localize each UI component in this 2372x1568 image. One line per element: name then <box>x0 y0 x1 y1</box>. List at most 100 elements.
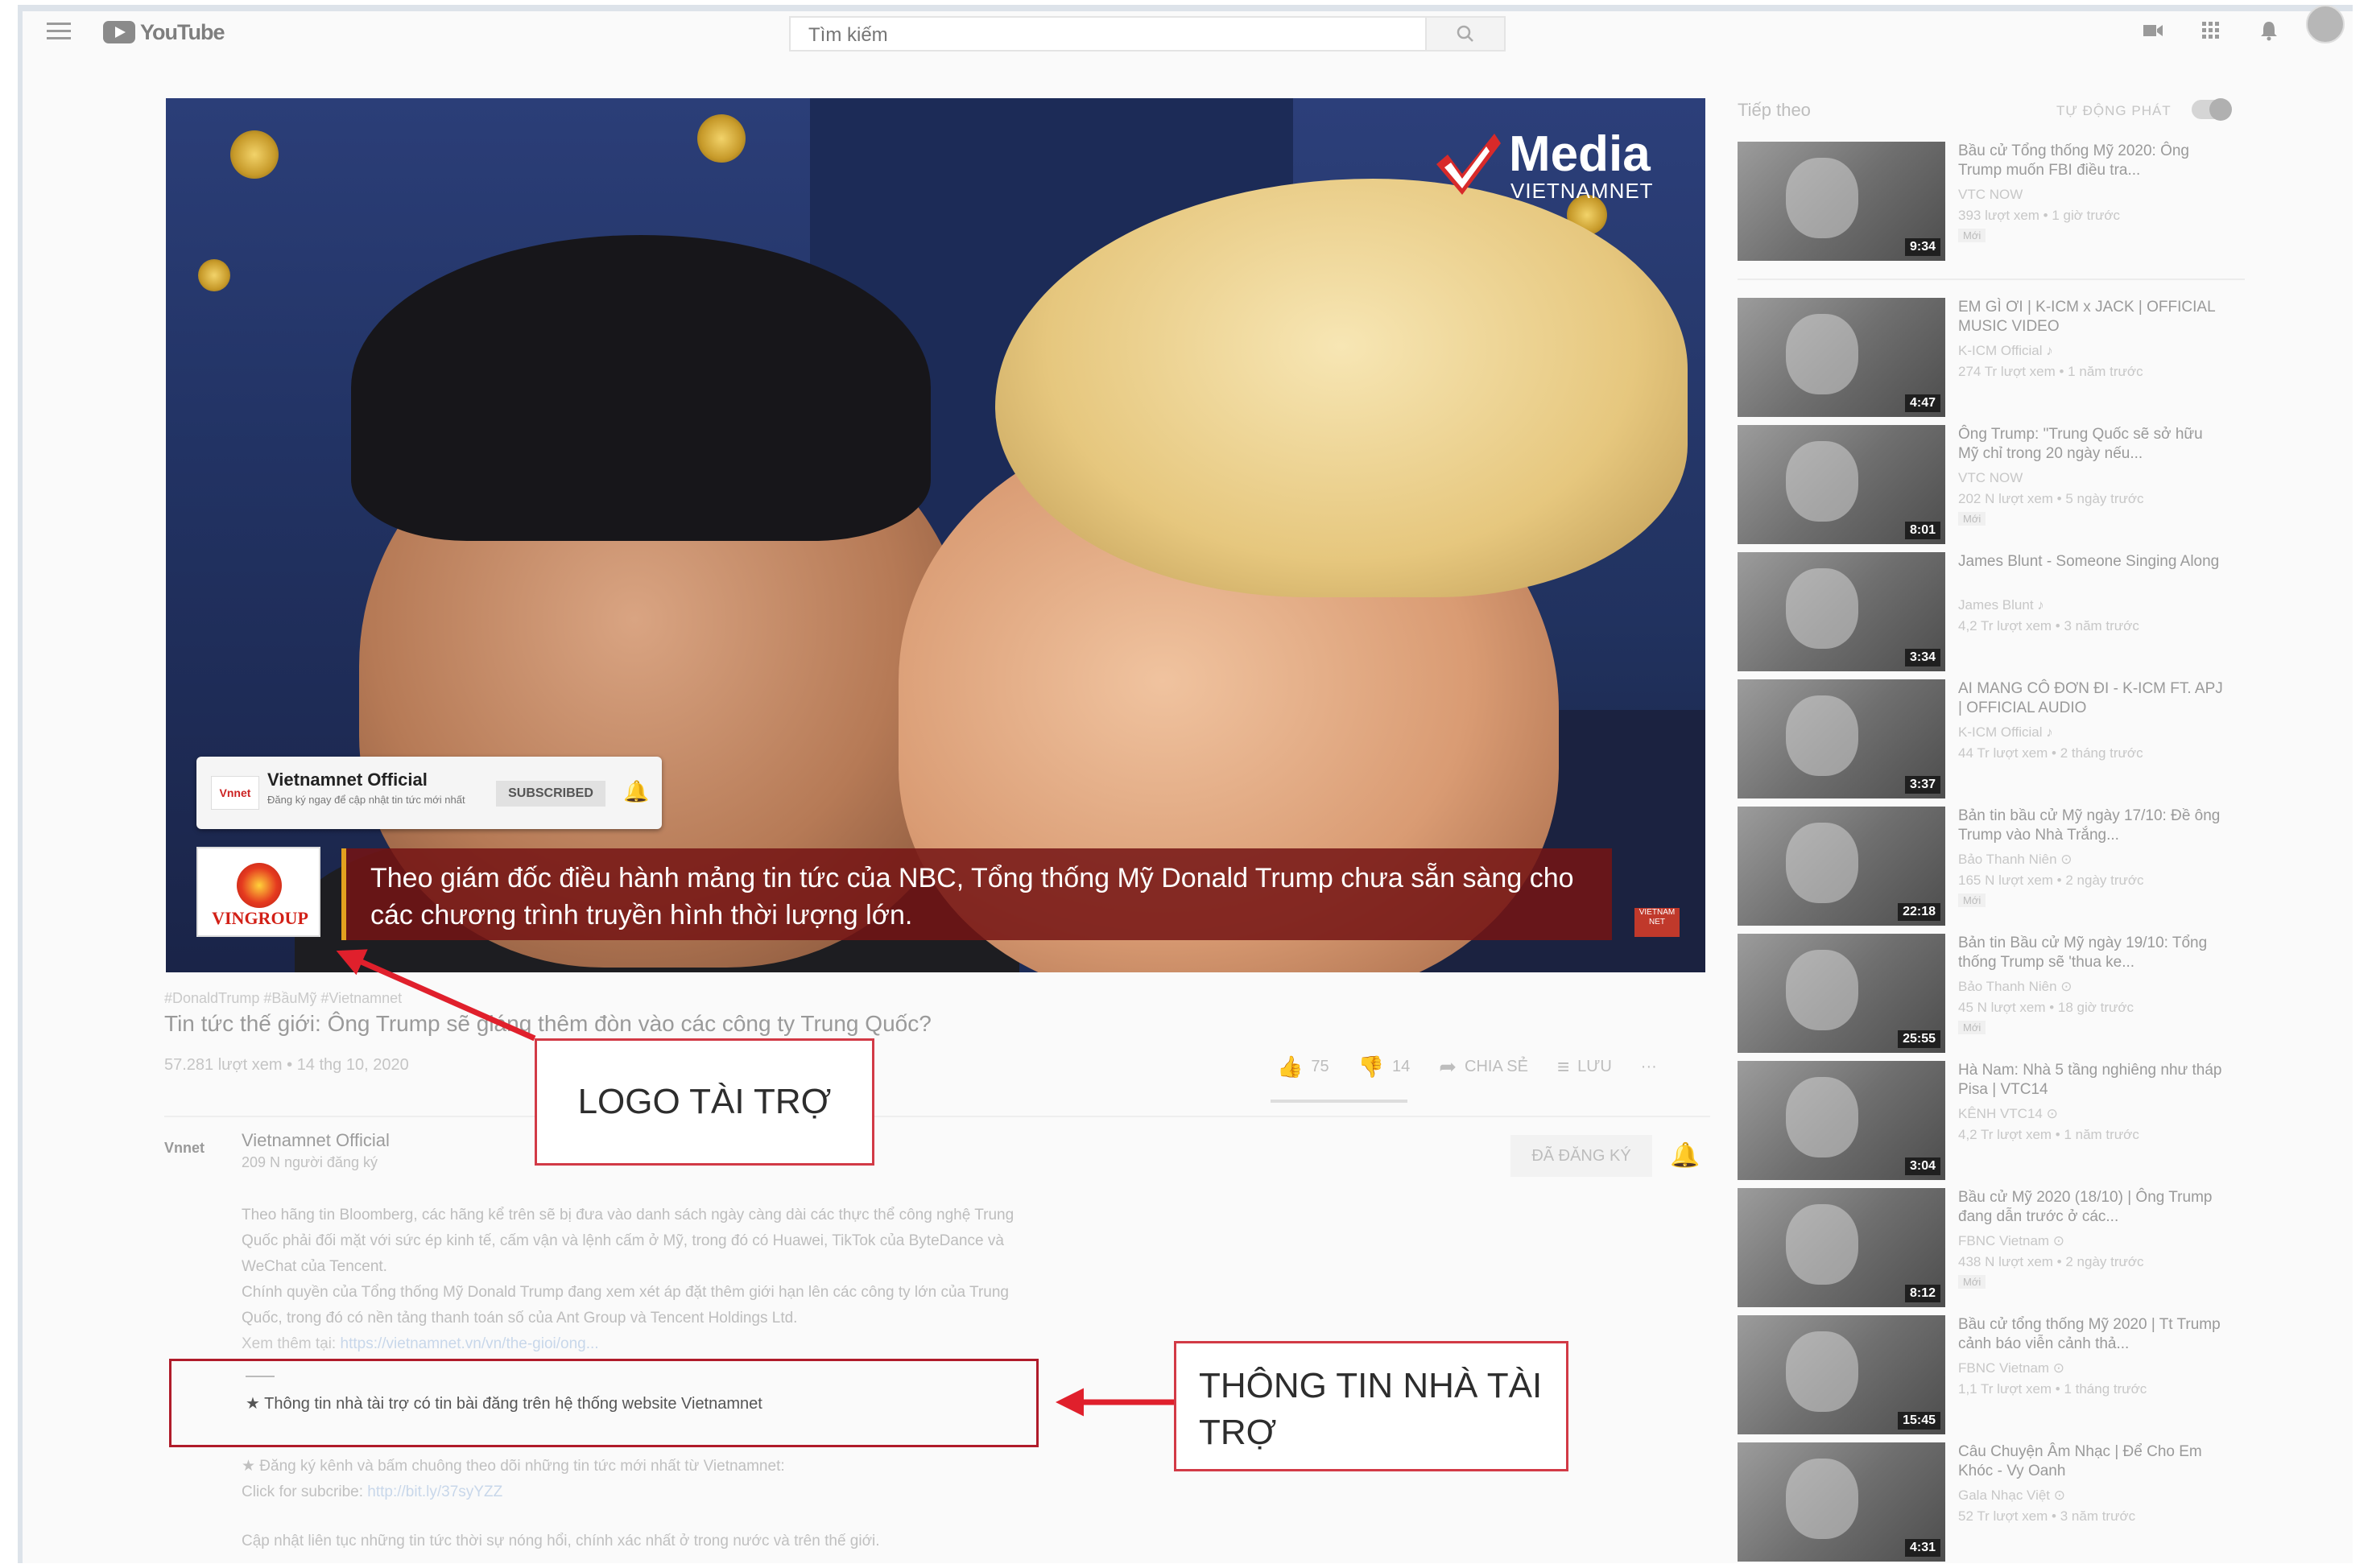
recommended-title[interactable]: Bầu cử Mỹ 2020 (18/10) | Ông Trump đang … <box>1958 1188 2224 1227</box>
video-hashtags[interactable]: #DonaldTrump #BầuMỹ #Vietnamnet <box>164 990 402 1007</box>
sponsor-info-callout: THÔNG TIN NHÀ TÀI TRỢ <box>1174 1341 1568 1471</box>
new-badge: Mới <box>1958 1275 1986 1289</box>
autoplay-toggle[interactable] <box>2192 98 2232 121</box>
recommended-title[interactable]: Bản tin bầu cử Mỹ ngày 17/10: Đề ông Tru… <box>1958 807 2224 845</box>
recommended-title[interactable]: Câu Chuyện Âm Nhạc | Để Cho Em Khóc - Vy… <box>1958 1442 2224 1481</box>
search-icon <box>1457 25 1473 42</box>
channel-subscribe-card[interactable]: Vnnet Vietnamnet Official Đăng ký ngay đ… <box>196 757 662 829</box>
recommended-meta: 1,1 Tr lượt xem • 1 tháng trước <box>1958 1381 2147 1397</box>
recommended-title[interactable]: Bầu cử Tổng thống Mỹ 2020: Ông Trump muố… <box>1958 142 2224 180</box>
video-thumbnail[interactable]: 3:34 <box>1738 552 1945 671</box>
youtube-logo[interactable]: YouTube <box>103 19 225 45</box>
divider <box>164 1116 1710 1117</box>
dislike-count: 14 <box>1392 1058 1411 1075</box>
recommended-channel: VTC NOW <box>1958 187 2023 202</box>
video-duration: 4:47 <box>1904 394 1940 412</box>
video-thumbnail[interactable]: 25:55 <box>1738 934 1945 1053</box>
recommended-meta: 4,2 Tr lượt xem • 3 năm trước <box>1958 618 2139 633</box>
bell-icon[interactable]: 🔔 <box>623 779 649 804</box>
video-thumbnail[interactable]: 9:34 <box>1738 142 1945 261</box>
video-duration: 3:37 <box>1904 776 1940 794</box>
share-arrow-icon: ➦ <box>1439 1054 1457 1079</box>
video-thumbnail[interactable]: 4:47 <box>1738 298 1945 417</box>
more-actions-button[interactable]: ··· <box>1641 1058 1657 1076</box>
recommended-channel: James Blunt ♪ <box>1958 597 2044 613</box>
recommended-video[interactable]: 8:01 Ông Trump: "Trung Quốc sẽ sở hữu Mỹ… <box>1738 425 2253 546</box>
recommended-title[interactable]: Bầu cử tổng thống Mỹ 2020 | Tt Trump cản… <box>1958 1315 2224 1354</box>
recommended-meta: 44 Tr lượt xem • 2 tháng trước <box>1958 745 2143 761</box>
search-input[interactable] <box>807 23 1374 47</box>
like-button[interactable]: 👍 75 <box>1277 1054 1329 1079</box>
recommended-meta: 393 lượt xem • 1 giờ trước <box>1958 208 2121 223</box>
logo-text: YouTube <box>140 19 225 44</box>
channel-name[interactable]: Vietnamnet Official <box>242 1130 390 1151</box>
new-badge: Mới <box>1958 512 1986 526</box>
save-button[interactable]: ≡ LƯU <box>1557 1054 1612 1079</box>
video-description: Theo hãng tin Bloomberg, các hãng kể trê… <box>242 1203 1047 1357</box>
sponsor-info-highlight: ★ Thông tin nhà tài trợ có tin bài đăng … <box>169 1359 1039 1447</box>
recommended-title[interactable]: EM GÌ ƠI | K-ICM x JACK | OFFICIAL MUSIC… <box>1958 298 2224 336</box>
bell-icon[interactable] <box>2258 19 2280 42</box>
recommended-video[interactable]: 3:04 Hà Nam: Nhà 5 tầng nghiêng như tháp… <box>1738 1061 2253 1182</box>
subscribe-link[interactable]: http://bit.ly/37syYZZ <box>367 1483 502 1500</box>
recommended-video[interactable]: 4:47 EM GÌ ƠI | K-ICM x JACK | OFFICIAL … <box>1738 298 2253 419</box>
recommended-video[interactable]: 3:37 AI MANG CÔ ĐƠN ĐI - K-ICM FT. APJ |… <box>1738 679 2253 800</box>
more-icon: ··· <box>1640 1058 1657 1075</box>
sponsor-info-text: ★ Thông tin nhà tài trợ có tin bài đăng … <box>246 1395 762 1413</box>
video-thumbnail[interactable]: 22:18 <box>1738 807 1945 926</box>
recommended-video[interactable]: 3:34 James Blunt - Someone Singing Along… <box>1738 552 2253 673</box>
dislike-button[interactable]: 👎 14 <box>1358 1054 1411 1079</box>
subscribed-button[interactable]: ĐÃ ĐĂNG KÝ <box>1510 1135 1652 1177</box>
playlist-add-icon: ≡ <box>1556 1054 1570 1079</box>
news-caption-bar: Theo giám đốc điều hành mảng tin tức của… <box>341 848 1612 940</box>
video-thumbnail[interactable]: 8:01 <box>1738 425 1945 544</box>
video-thumbnail[interactable]: 4:31 <box>1738 1442 1945 1562</box>
medal-decoration <box>697 114 746 163</box>
video-camera-icon[interactable] <box>2142 19 2164 42</box>
up-next-heading: Tiếp theo <box>1738 100 1811 120</box>
channel-card-desc: Đăng ký ngay để cập nhật tin tức mới nhấ… <box>267 794 465 806</box>
new-badge: Mới <box>1958 229 1986 242</box>
recommended-title[interactable]: Bản tin Bầu cử Mỹ ngày 19/10: Tổng thống… <box>1958 934 2224 972</box>
notification-bell-icon[interactable]: 🔔 <box>1670 1141 1700 1170</box>
channel-avatar[interactable]: Vnnet <box>164 1140 221 1170</box>
read-more-link[interactable]: https://vietnamnet.vn/vn/the-gioi/ong... <box>341 1335 599 1352</box>
recommended-video[interactable]: 9:34 Bầu cử Tổng thống Mỹ 2020: Ông Trum… <box>1738 142 2253 262</box>
recommended-video[interactable]: 15:45 Bầu cử tổng thống Mỹ 2020 | Tt Tru… <box>1738 1315 2253 1436</box>
video-thumbnail[interactable]: 8:12 <box>1738 1188 1945 1307</box>
video-player[interactable]: Media VIETNAMNET Vnnet Vietnamnet Offici… <box>166 98 1705 972</box>
user-avatar[interactable] <box>2306 5 2345 43</box>
subscribed-button[interactable]: SUBSCRIBED <box>496 781 605 807</box>
recommended-title[interactable]: James Blunt - Someone Singing Along <box>1958 552 2224 571</box>
recommended-meta: 165 N lượt xem • 2 ngày trước <box>1958 873 2144 888</box>
share-button[interactable]: ➦ CHIA SẺ <box>1439 1054 1528 1079</box>
recommended-meta: 52 Tr lượt xem • 3 năm trước <box>1958 1508 2136 1524</box>
video-meta: 57.281 lượt xem • 14 thg 10, 2020 <box>164 1056 409 1074</box>
recommended-title[interactable]: AI MANG CÔ ĐƠN ĐI - K-ICM FT. APJ | OFFI… <box>1958 679 2224 718</box>
video-thumbnail[interactable]: 3:37 <box>1738 679 1945 798</box>
sponsor-logo-text: VINGROUP <box>212 908 308 928</box>
menu-icon[interactable] <box>47 23 71 40</box>
top-bar: YouTube <box>32 11 2351 61</box>
search-button[interactable] <box>1425 18 1504 50</box>
video-actions: 👍 75 👎 14 ➦ CHIA SẺ ≡ LƯU ··· <box>1277 1054 1657 1079</box>
recommended-video[interactable]: 4:31 Câu Chuyện Âm Nhạc | Để Cho Em Khóc… <box>1738 1442 2253 1563</box>
update-note: Cập nhật liên tục những tin tức thời sự … <box>242 1533 880 1549</box>
recommended-video[interactable]: 25:55 Bản tin Bầu cử Mỹ ngày 19/10: Tổng… <box>1738 934 2253 1054</box>
recommended-channel: Bảo Thanh Niên ⊙ <box>1958 852 2072 867</box>
video-thumbnail[interactable]: 15:45 <box>1738 1315 1945 1434</box>
apps-grid-icon[interactable] <box>2200 19 2222 42</box>
channel-card-name: Vietnamnet Official <box>267 770 428 790</box>
share-label: CHIA SẺ <box>1465 1058 1528 1075</box>
recommended-channel: FBNC Vietnam ⊙ <box>1958 1233 2065 1248</box>
recommended-title[interactable]: Ông Trump: "Trung Quốc sẽ sở hữu Mỹ chỉ … <box>1958 425 2224 464</box>
video-duration: 3:04 <box>1904 1157 1940 1175</box>
video-thumbnail[interactable]: 3:04 <box>1738 1061 1945 1180</box>
recommended-title[interactable]: Hà Nam: Nhà 5 tầng nghiêng như tháp Pisa… <box>1958 1061 2224 1100</box>
new-badge: Mới <box>1958 1021 1986 1034</box>
autoplay-label: TỰ ĐỘNG PHÁT <box>2056 103 2172 118</box>
recommended-video[interactable]: 22:18 Bản tin bầu cử Mỹ ngày 17/10: Đề ô… <box>1738 807 2253 927</box>
recommended-video[interactable]: 8:12 Bầu cử Mỹ 2020 (18/10) | Ông Trump … <box>1738 1188 2253 1309</box>
video-duration: 3:34 <box>1904 649 1940 666</box>
recommended-channel: VTC NOW <box>1958 470 2023 485</box>
